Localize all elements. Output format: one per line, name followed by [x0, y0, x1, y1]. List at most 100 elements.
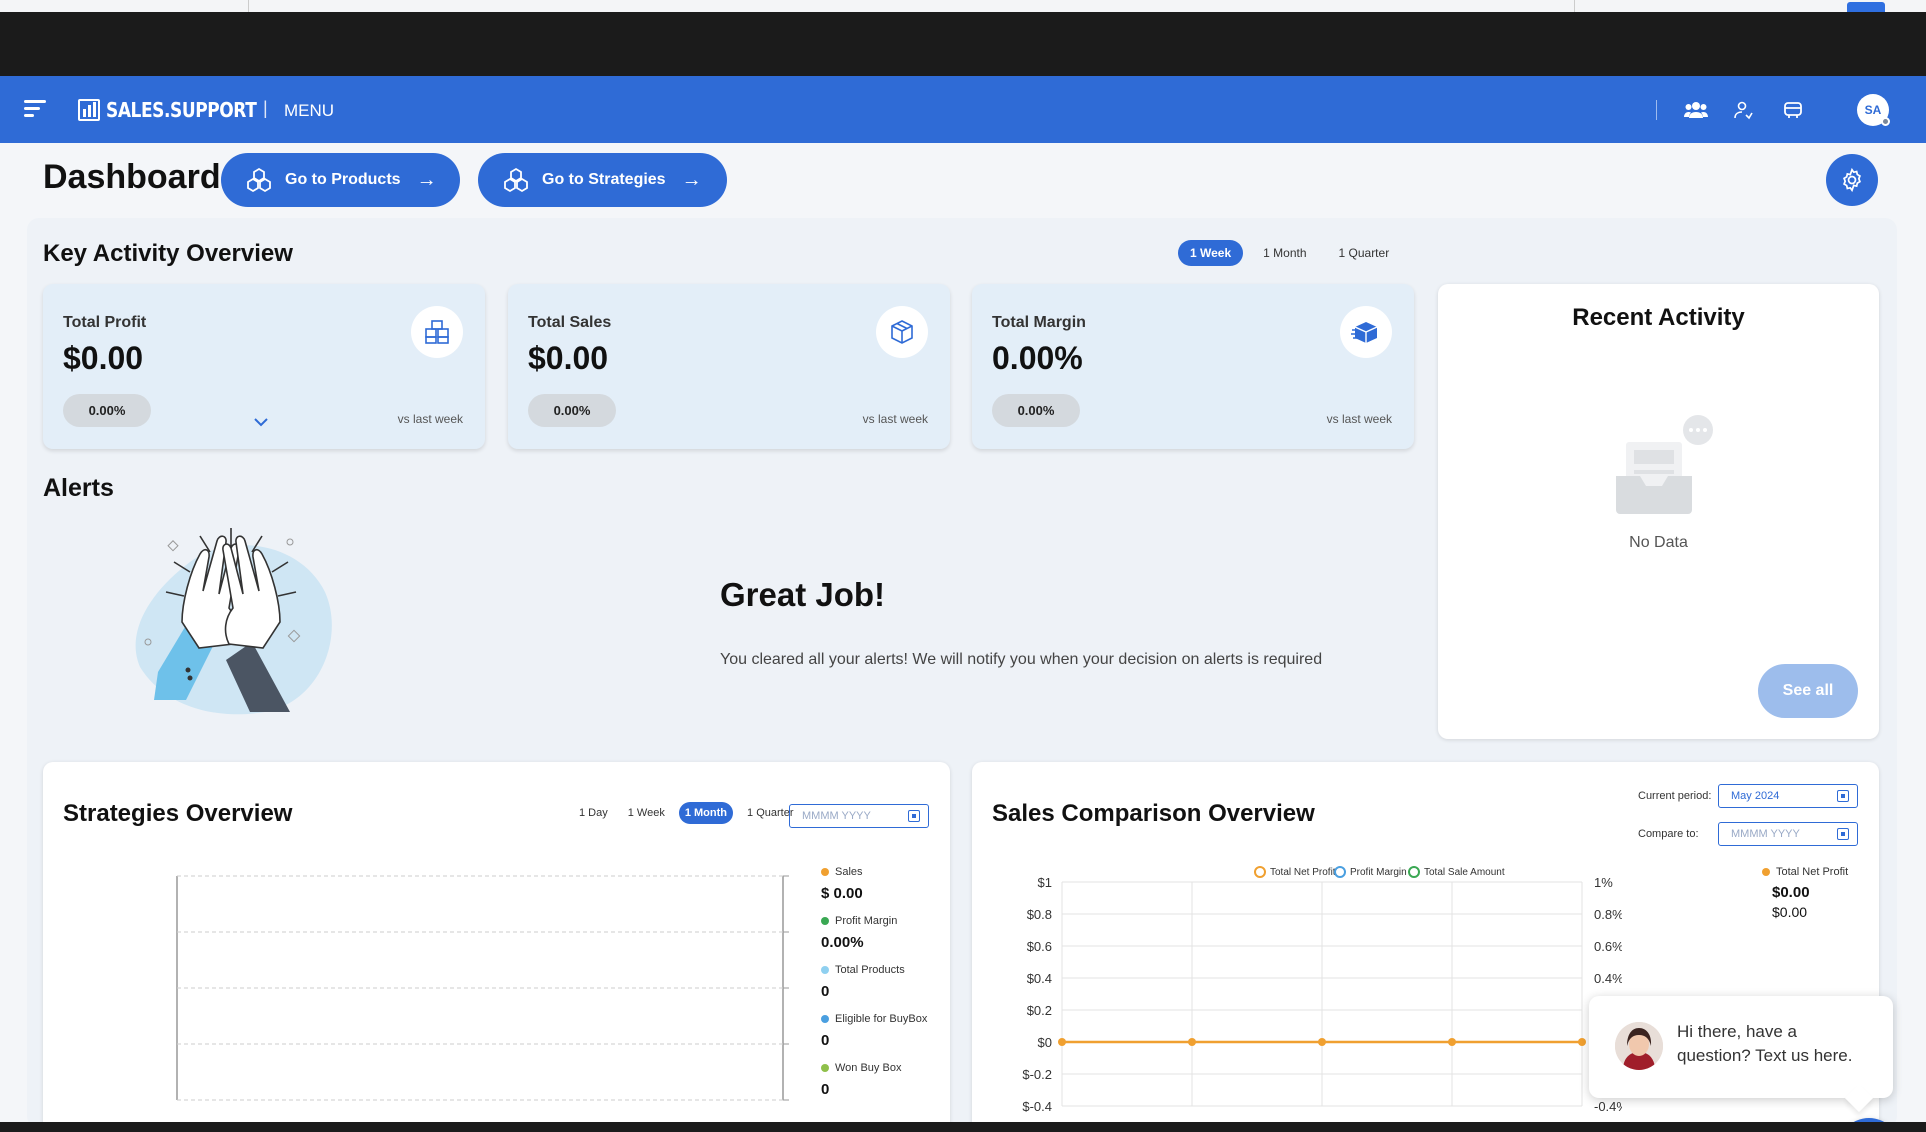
data-point[interactable] — [1318, 1038, 1326, 1046]
kpi-value: 0.00% — [992, 340, 1083, 376]
y2-tick-label: 1% — [1594, 875, 1613, 890]
strategies-chart: 43210 — [176, 875, 789, 1101]
kpi-change-badge: 0.00% — [992, 394, 1080, 427]
sales-comparison-title: Sales Comparison Overview — [992, 800, 1315, 827]
top-strip-button[interactable] — [1847, 2, 1885, 12]
chat-bubble[interactable]: Hi there, have a question? Text us here. — [1589, 996, 1893, 1113]
data-point[interactable] — [1578, 1038, 1586, 1046]
calendar-icon[interactable] — [1837, 828, 1849, 840]
hamburger-menu-icon[interactable] — [24, 100, 46, 118]
compare-to-placeholder: MMMM YYYY — [1731, 828, 1800, 840]
legend-dot — [821, 917, 829, 925]
cubes-icon — [247, 167, 271, 193]
tab-1-week[interactable]: 1 Week — [1178, 240, 1244, 266]
strategies-legend-item: Won Buy Box — [821, 1062, 901, 1074]
strategies-legend-item: Total Products — [821, 964, 905, 976]
kpi-label: Total Profit — [63, 314, 147, 331]
nav-divider — [1656, 100, 1657, 120]
chat-line-2: question? Text us here. — [1677, 1046, 1853, 1065]
strategies-legend-item: Profit Margin — [821, 915, 897, 927]
page-title: Dashboard — [43, 158, 221, 196]
support-icon[interactable] — [1779, 96, 1807, 124]
kpi-card-total-profit: Total Profit $0.00 0.00% vs last week — [43, 284, 485, 449]
screen: SALES.SUPPORT | MENU SA Dashboard Go to … — [0, 0, 1926, 1132]
brand-name: SALES.SUPPORT — [106, 98, 257, 122]
brand-logo[interactable]: SALES.SUPPORT — [78, 98, 283, 122]
data-point[interactable] — [1188, 1038, 1196, 1046]
data-point[interactable] — [1448, 1038, 1456, 1046]
legend-value: 0.00% — [821, 934, 864, 951]
user-avatar[interactable]: SA — [1857, 94, 1890, 126]
chevron-down-icon[interactable] — [253, 414, 269, 432]
alerts-heading: Great Job! — [720, 576, 886, 613]
chat-message: Hi there, have a question? Text us here. — [1677, 1020, 1852, 1068]
avatar-initials: SA — [1864, 103, 1882, 117]
kpi-card-total-margin: Total Margin 0.00% 0.00% vs last week — [972, 284, 1414, 449]
legend-dot — [821, 1015, 829, 1023]
side-legend-item: Total Net Profit — [1762, 866, 1848, 878]
go-to-products-button[interactable]: Go to Products → — [221, 153, 460, 207]
legend-value-compare: $0.00 — [1772, 904, 1808, 920]
go-to-products-label: Go to Products — [285, 171, 401, 188]
boxes-icon — [411, 306, 463, 358]
y-tick-label: $0.6 — [1027, 939, 1052, 954]
agent-avatar — [1615, 1022, 1663, 1070]
tab-1-week[interactable]: 1 Week — [622, 802, 671, 824]
legend-value: 0 — [821, 1032, 830, 1049]
user-add-icon[interactable] — [1729, 96, 1757, 124]
kpi-value: $0.00 — [63, 340, 144, 376]
kpi-change-badge: 0.00% — [528, 394, 616, 427]
tab-1-quarter[interactable]: 1 Quarter — [1327, 240, 1402, 266]
app: SALES.SUPPORT | MENU SA Dashboard Go to … — [0, 76, 1926, 1122]
cubes-icon — [504, 167, 528, 193]
chat-line-1: Hi there, have a — [1677, 1022, 1798, 1041]
y2-tick-label: 0.6% — [1594, 939, 1622, 954]
y-tick-label: $0 — [1038, 1035, 1052, 1050]
recent-activity-title: Recent Activity — [1572, 304, 1745, 331]
tab-1-month[interactable]: 1 Month — [678, 802, 734, 824]
strategies-legend-item: Sales — [821, 866, 863, 878]
tab-1-day[interactable]: 1 Day — [573, 802, 614, 824]
kpi-card-total-sales: Total Sales $0.00 0.00% vs last week — [508, 284, 950, 449]
strategies-period-tabs: 1 Day 1 Week 1 Month 1 Quarter — [573, 802, 799, 824]
kpi-change-badge: 0.00% — [63, 394, 151, 427]
y-tick-label: $0.4 — [1027, 971, 1052, 986]
recent-activity-card: Recent Activity No Data See all — [1438, 284, 1879, 739]
y-tick-label: $-0.2 — [1022, 1067, 1052, 1082]
y-tick-label: $-0.4 — [1022, 1099, 1052, 1114]
window-dark-bar — [0, 12, 1926, 76]
y-tick-label: $1 — [1038, 875, 1052, 890]
settings-button[interactable] — [1826, 154, 1878, 206]
strategies-overview-card: Strategies Overview 1 Day 1 Week 1 Month… — [43, 762, 950, 1122]
y2-tick-label: 0.4% — [1594, 971, 1622, 986]
high-five-illustration — [135, 528, 332, 715]
calendar-icon[interactable] — [908, 810, 920, 822]
legend-label: Total Products — [835, 964, 905, 976]
key-activity-title: Key Activity Overview — [43, 240, 293, 267]
kpi-value: $0.00 — [528, 340, 609, 376]
kpi-compare-text: vs last week — [1326, 412, 1392, 426]
legend-dot — [821, 966, 829, 974]
see-all-button[interactable]: See all — [1758, 664, 1858, 718]
tab-1-month[interactable]: 1 Month — [1251, 240, 1318, 266]
compare-to-input[interactable]: MMMM YYYY — [1718, 822, 1858, 846]
y-tick-label: $0.2 — [1027, 1003, 1052, 1018]
gear-icon — [1843, 167, 1861, 193]
no-data-text: No Data — [1629, 534, 1688, 551]
sales-comparison-chart: $11%$0.80.8%$0.60.6%$0.40.4%$0.20.2%$00%… — [1022, 875, 1622, 1114]
data-point[interactable] — [1058, 1038, 1066, 1046]
legend-value: 0 — [821, 983, 830, 1000]
bar-chart-logo-icon — [78, 99, 100, 121]
kpi-label: Total Sales — [528, 314, 612, 331]
y2-tick-label: -0.4% — [1594, 1099, 1622, 1114]
legend-value: 0 — [821, 1081, 830, 1098]
compare-to-label: Compare to: — [1638, 828, 1699, 840]
go-to-strategies-button[interactable]: Go to Strategies → — [478, 153, 727, 207]
calendar-icon[interactable] — [1837, 790, 1849, 802]
key-activity-period-tabs: 1 Week 1 Month 1 Quarter — [1178, 240, 1401, 266]
menu-link[interactable]: MENU — [284, 101, 334, 121]
current-period-input[interactable]: May 2024 — [1718, 784, 1858, 808]
users-icon[interactable] — [1682, 96, 1710, 124]
strategies-month-input[interactable]: MMMM YYYY — [789, 804, 929, 828]
strategies-overview-title: Strategies Overview — [63, 800, 293, 827]
